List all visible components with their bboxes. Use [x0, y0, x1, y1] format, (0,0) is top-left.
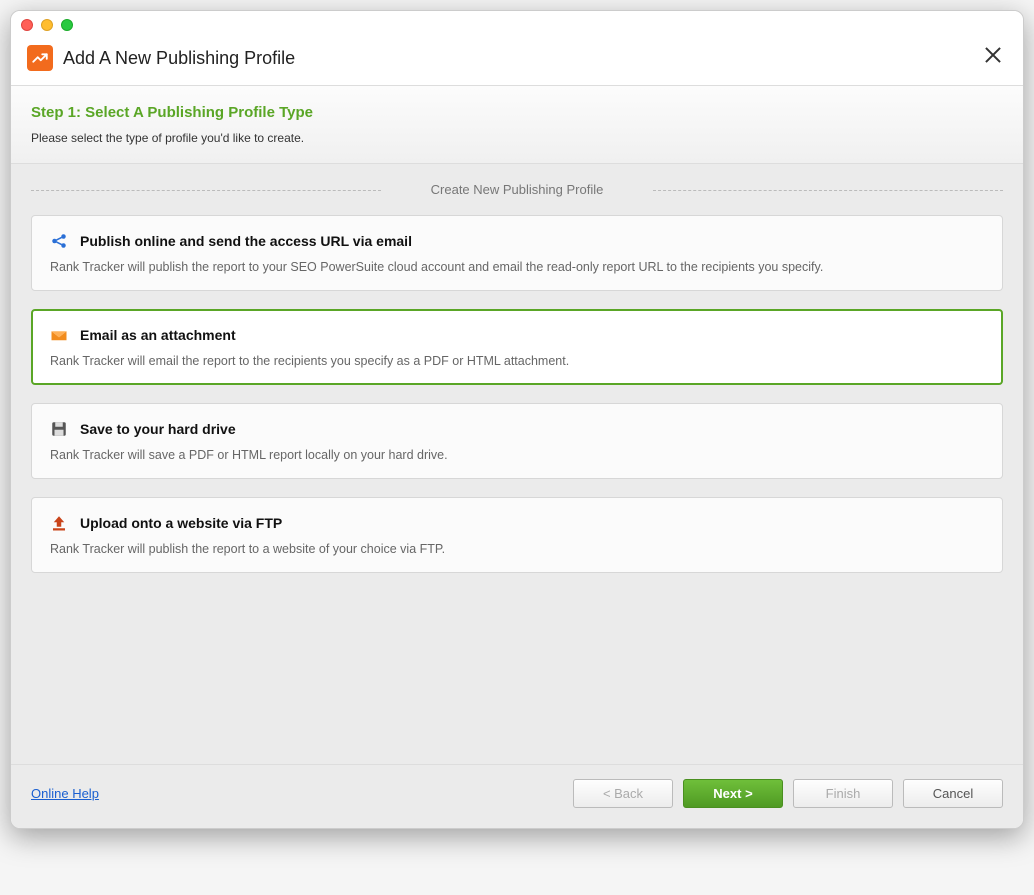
option-title: Save to your hard drive: [80, 421, 236, 437]
dialog-body: Create New Publishing Profile Publish on…: [11, 164, 1023, 764]
mail-icon: [50, 326, 68, 344]
window-zoom-button[interactable]: [61, 19, 73, 31]
option-desc: Rank Tracker will publish the report to …: [50, 260, 984, 274]
window-minimize-button[interactable]: [41, 19, 53, 31]
mac-titlebar: [11, 11, 1023, 39]
option-upload-ftp[interactable]: Upload onto a website via FTP Rank Track…: [31, 497, 1003, 573]
option-publish-online[interactable]: Publish online and send the access URL v…: [31, 215, 1003, 291]
dialog-header: Add A New Publishing Profile: [11, 39, 1023, 86]
dialog-window: Add A New Publishing Profile Step 1: Sel…: [10, 10, 1024, 829]
share-icon: [50, 232, 68, 250]
option-desc: Rank Tracker will save a PDF or HTML rep…: [50, 448, 984, 462]
dialog-footer: Online Help < Back Next > Finish Cancel: [11, 764, 1023, 828]
save-icon: [50, 420, 68, 438]
step-title: Step 1: Select A Publishing Profile Type: [31, 104, 1003, 121]
option-desc: Rank Tracker will email the report to th…: [50, 354, 984, 368]
next-button[interactable]: Next >: [683, 779, 783, 808]
cancel-button[interactable]: Cancel: [903, 779, 1003, 808]
back-button[interactable]: < Back: [573, 779, 673, 808]
window-close-button[interactable]: [21, 19, 33, 31]
step-description: Please select the type of profile you'd …: [31, 131, 1003, 145]
option-desc: Rank Tracker will publish the report to …: [50, 542, 984, 556]
fieldset-legend: Create New Publishing Profile: [31, 182, 1003, 197]
step-subheader: Step 1: Select A Publishing Profile Type…: [11, 86, 1023, 164]
app-logo-icon: [27, 45, 53, 71]
option-email-attachment[interactable]: Email as an attachment Rank Tracker will…: [31, 309, 1003, 385]
option-title: Publish online and send the access URL v…: [80, 233, 412, 249]
finish-button[interactable]: Finish: [793, 779, 893, 808]
close-icon[interactable]: [983, 45, 1003, 65]
option-title: Email as an attachment: [80, 327, 236, 343]
option-title: Upload onto a website via FTP: [80, 515, 282, 531]
option-save-hard-drive[interactable]: Save to your hard drive Rank Tracker wil…: [31, 403, 1003, 479]
dialog-title: Add A New Publishing Profile: [63, 48, 295, 69]
upload-icon: [50, 514, 68, 532]
online-help-link[interactable]: Online Help: [31, 786, 99, 801]
